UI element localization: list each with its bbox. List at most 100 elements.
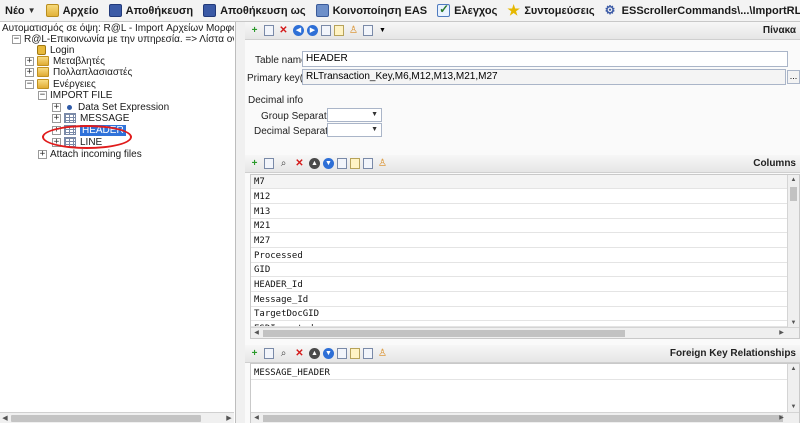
export-icon[interactable] — [363, 348, 373, 359]
shortcuts-button[interactable]: ★ Συντομεύσεις — [502, 0, 599, 21]
scroll-up-icon[interactable]: ▲ — [788, 175, 799, 185]
lock-icon — [37, 45, 46, 55]
foreign-keys-toolbar: + ⌕ ✕ ▲ ▼ ♙ Foreign Key Relationships — [245, 345, 800, 363]
panel-splitter[interactable] — [236, 22, 245, 423]
folder-icon — [37, 79, 49, 89]
foreign-keys-horizontal-scrollbar[interactable]: ◀ ▶ — [251, 412, 799, 423]
primary-keys-field[interactable]: RLTransaction_Key,M6,M12,M13,M21,M27 — [302, 69, 786, 85]
tree-horizontal-scrollbar[interactable]: ◀ ▶ — [0, 412, 234, 423]
move-up-icon[interactable]: ▲ — [309, 348, 320, 359]
list-item[interactable]: HEADER_Id — [251, 278, 788, 292]
delete-icon[interactable]: ✕ — [277, 24, 290, 37]
copy-icon[interactable] — [264, 158, 274, 169]
scroll-down-icon[interactable]: ▼ — [788, 402, 799, 412]
list-item[interactable]: MESSAGE_HEADER — [251, 366, 788, 380]
tree-item-attach[interactable]: + Attach incoming files — [38, 148, 142, 160]
list-item[interactable]: M12 — [251, 190, 788, 204]
list-item[interactable]: TargetDocGID — [251, 307, 788, 321]
scrollbar-thumb[interactable] — [11, 415, 201, 422]
add-icon[interactable]: + — [248, 157, 261, 170]
collapse-icon[interactable]: − — [12, 34, 21, 44]
scroll-left-icon[interactable]: ◀ — [251, 413, 262, 423]
scroll-left-icon[interactable]: ◀ — [251, 328, 262, 338]
scroll-right-icon[interactable]: ▶ — [776, 413, 787, 423]
document-icon[interactable] — [321, 25, 331, 36]
group-separator-select[interactable]: ▼ — [327, 108, 382, 122]
tree-view: Αυτοματισμός σε όψη: R@L - Import Αρχείω… — [0, 22, 234, 413]
tree-item-multipliers-label: Πολλαπλασιαστές — [53, 66, 133, 78]
tree-item-message[interactable]: + MESSAGE — [52, 112, 129, 124]
new-label: Νέο — [5, 4, 25, 17]
search-icon[interactable]: ⌕ — [277, 347, 290, 360]
arrow-right-icon[interactable]: ▶ — [307, 25, 318, 36]
new-menu-button[interactable]: Νέο ▼ — [0, 0, 41, 21]
scroll-up-icon[interactable]: ▲ — [788, 364, 799, 374]
add-icon[interactable]: + — [248, 347, 261, 360]
list-item[interactable]: M21 — [251, 219, 788, 233]
save-as-icon — [203, 4, 217, 17]
clipboard-icon[interactable] — [334, 25, 344, 36]
scroll-left-icon[interactable]: ◀ — [0, 414, 10, 423]
person-icon[interactable]: ♙ — [376, 347, 389, 360]
share-eas-button[interactable]: Κοινοποίηση EAS — [311, 0, 433, 21]
check-button[interactable]: Ελεγχος — [432, 0, 502, 21]
chevron-down-icon: ▼ — [27, 6, 36, 15]
columns-vertical-scrollbar[interactable]: ▲ ▼ — [787, 175, 799, 328]
file-menu-button[interactable]: Αρχείο — [41, 0, 104, 21]
chevron-down-icon[interactable]: ▼ — [376, 24, 389, 37]
decimal-separator-select[interactable]: ▼ — [327, 123, 382, 137]
columns-panel-title: Columns — [753, 158, 796, 169]
tree-item-import-file[interactable]: − IMPORT FILE — [38, 89, 112, 101]
person-icon[interactable]: ♙ — [376, 157, 389, 170]
arrow-left-icon[interactable]: ◀ — [293, 25, 304, 36]
collapse-icon[interactable]: − — [25, 79, 34, 89]
list-item[interactable]: GID — [251, 263, 788, 277]
move-up-icon[interactable]: ▲ — [309, 158, 320, 169]
columns-horizontal-scrollbar[interactable]: ◀ ▶ — [251, 327, 799, 338]
clipboard-icon[interactable] — [350, 348, 360, 359]
expand-icon[interactable]: + — [38, 149, 47, 159]
search-icon[interactable]: ⌕ — [277, 157, 290, 170]
collapse-icon[interactable]: − — [38, 90, 47, 100]
file-label: Αρχείο — [62, 4, 99, 17]
list-item[interactable]: Processed — [251, 249, 788, 263]
clipboard-icon[interactable] — [350, 158, 360, 169]
check-icon — [437, 2, 451, 17]
scroll-right-icon[interactable]: ▶ — [224, 414, 234, 423]
expand-icon[interactable]: + — [52, 102, 61, 112]
list-item[interactable]: M7 — [251, 175, 788, 189]
document-icon[interactable] — [337, 348, 347, 359]
decimal-info-label: Decimal info — [248, 95, 304, 106]
expand-icon[interactable]: + — [25, 67, 34, 77]
scroll-right-icon[interactable]: ▶ — [776, 328, 787, 338]
expand-icon[interactable]: + — [52, 113, 61, 123]
delete-icon[interactable]: ✕ — [293, 347, 306, 360]
table-name-field[interactable]: HEADER — [302, 51, 788, 67]
save-as-button[interactable]: Αποθήκευση ως — [198, 0, 311, 21]
scrollbar-thumb[interactable] — [263, 330, 625, 337]
scrollbar-thumb[interactable] — [790, 187, 797, 201]
delete-icon[interactable]: ✕ — [293, 157, 306, 170]
list-item[interactable]: Message_Id — [251, 293, 788, 307]
export-icon[interactable] — [363, 25, 373, 36]
copy-icon[interactable] — [264, 348, 274, 359]
document-icon[interactable] — [337, 158, 347, 169]
foreign-keys-vertical-scrollbar[interactable]: ▲ ▼ — [787, 364, 799, 412]
list-item[interactable]: M27 — [251, 234, 788, 248]
person-icon[interactable]: ♙ — [347, 24, 360, 37]
move-down-icon[interactable]: ▼ — [323, 158, 334, 169]
save-button[interactable]: Αποθήκευση — [104, 0, 198, 21]
tree-item-multipliers[interactable]: + Πολλαπλασιαστές — [25, 66, 132, 78]
list-item[interactable]: M13 — [251, 205, 788, 219]
commands-button[interactable]: ⚙ ESScrollerCommands\...\ImportRLIncoming… — [600, 0, 800, 21]
scrollbar-thumb[interactable] — [263, 415, 783, 422]
export-icon[interactable] — [363, 158, 373, 169]
expand-icon[interactable]: + — [25, 56, 34, 66]
share-icon — [315, 4, 329, 17]
add-icon[interactable]: + — [248, 24, 261, 37]
primary-keys-browse-button[interactable]: ... — [787, 70, 800, 84]
copy-icon[interactable] — [264, 25, 274, 36]
command-icon: ⚙ — [604, 3, 616, 17]
tree-item-attach-label: Attach incoming files — [50, 148, 142, 160]
move-down-icon[interactable]: ▼ — [323, 348, 334, 359]
